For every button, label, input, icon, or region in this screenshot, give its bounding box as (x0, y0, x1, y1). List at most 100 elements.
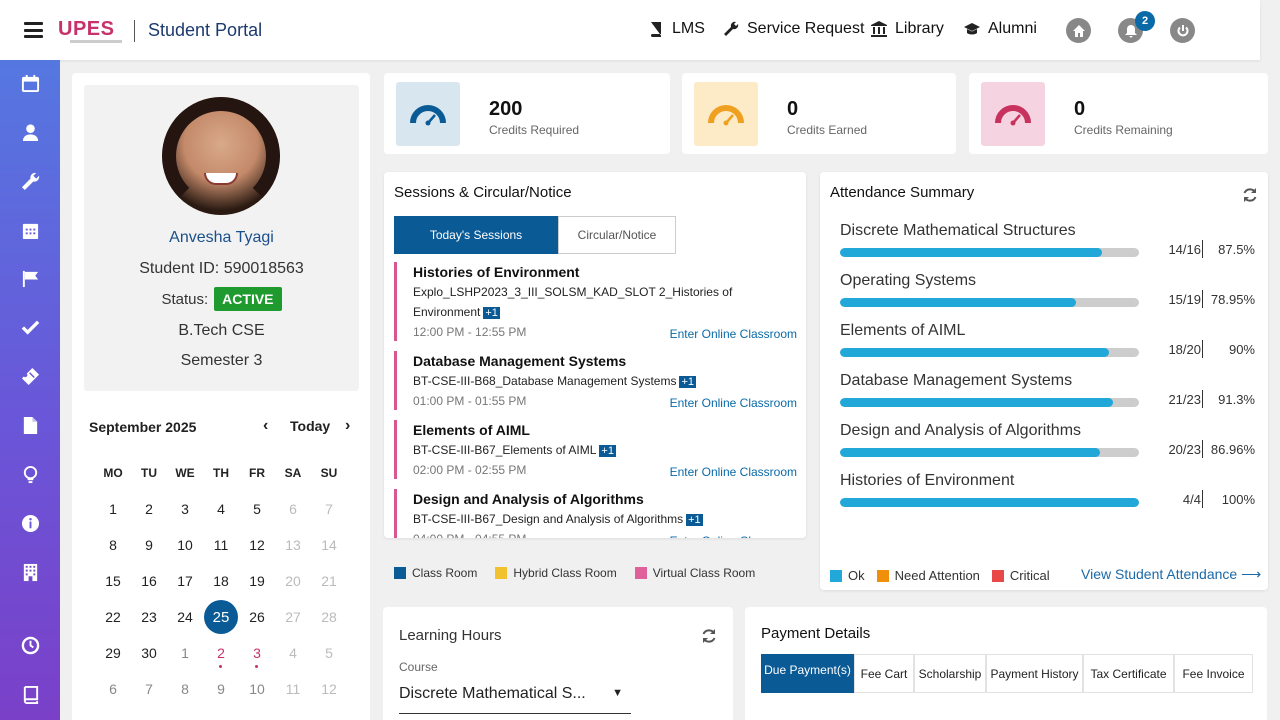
calendar-day[interactable]: 11 (275, 671, 311, 707)
calendar-day[interactable]: 24 (167, 599, 203, 635)
home-button[interactable] (1066, 18, 1091, 43)
calendar-day[interactable]: 7 (131, 671, 167, 707)
view-student-attendance-link[interactable]: View Student Attendance ⟶ (1081, 566, 1261, 583)
tab-fee-cart[interactable]: Fee Cart (854, 654, 914, 693)
calendar-day[interactable]: 22 (95, 599, 131, 635)
book-icon[interactable] (20, 684, 41, 705)
calendar-day[interactable]: 16 (131, 563, 167, 599)
chevron-left-icon[interactable]: ‹ (263, 417, 268, 435)
attendance-row[interactable]: Discrete Mathematical Structures 14/16 87.… (840, 222, 1258, 262)
calendar-day[interactable]: 9 (131, 527, 167, 563)
calendar-day[interactable]: 23 (131, 599, 167, 635)
calendar-day[interactable]: 11 (203, 527, 239, 563)
attendance-row[interactable]: Database Management Systems 21/23 91.3% (840, 372, 1258, 412)
nav-alumni[interactable]: Alumni (964, 20, 1037, 38)
attendance-row[interactable]: Design and Analysis of Algorithms 20/23 86… (840, 422, 1258, 462)
tab-fee-invoice[interactable]: Fee Invoice (1174, 654, 1253, 693)
calendar-day[interactable]: 8 (167, 671, 203, 707)
attendance-row[interactable]: Histories of Environment 4/4 100% (840, 472, 1258, 512)
tab-due-payments[interactable]: Due Payment(s) (761, 654, 854, 693)
tab-todays-sessions[interactable]: Today's Sessions (394, 216, 558, 254)
calendar-day[interactable]: 5 (311, 635, 347, 671)
check-icon[interactable] (20, 317, 41, 338)
calendar-day[interactable]: 12 (239, 527, 275, 563)
calendar-day-label: 8 (181, 681, 189, 697)
chevron-right-icon[interactable]: › (345, 417, 350, 435)
calendar-day[interactable]: 12 (311, 671, 347, 707)
calendar-icon[interactable] (20, 73, 41, 94)
calendar-day[interactable]: 15 (95, 563, 131, 599)
ticket-icon[interactable] (20, 366, 41, 387)
tab-circular-notice[interactable]: Circular/Notice (558, 216, 676, 254)
calendar-day[interactable]: 27 (275, 599, 311, 635)
clock-icon[interactable] (20, 635, 41, 656)
document-icon[interactable] (20, 415, 41, 436)
calendar-day[interactable]: 6 (95, 671, 131, 707)
calendar-month: September 2025 (89, 419, 197, 435)
tab-payment-history[interactable]: Payment History (986, 654, 1083, 693)
calendar-day[interactable]: 19 (239, 563, 275, 599)
info-icon[interactable] (20, 513, 41, 534)
upes-logo[interactable]: UPES (58, 18, 114, 41)
menu-icon[interactable] (24, 22, 43, 38)
calendar-day[interactable]: 1 (95, 491, 131, 527)
student-id: Student ID: 590018563 (139, 260, 304, 277)
calendar-day[interactable]: 21 (311, 563, 347, 599)
calendar-day[interactable]: 28 (311, 599, 347, 635)
calendar-day[interactable]: 13 (275, 527, 311, 563)
enter-online-classroom-link[interactable]: Enter Online Classroom (670, 396, 797, 410)
nav-library[interactable]: Library (871, 20, 944, 38)
calendar-day[interactable]: 2 (131, 491, 167, 527)
calendar-day[interactable]: 17 (167, 563, 203, 599)
calendar-day[interactable]: 4 (275, 635, 311, 671)
building-icon[interactable] (20, 562, 41, 583)
refresh-icon[interactable] (1242, 187, 1258, 203)
calendar-day[interactable]: 14 (311, 527, 347, 563)
user-icon[interactable] (20, 122, 41, 143)
calendar-day[interactable]: 25 (203, 599, 239, 635)
calendar-day[interactable]: 9 (203, 671, 239, 707)
calendar-day[interactable]: 4 (203, 491, 239, 527)
logout-button[interactable] (1170, 18, 1195, 43)
extra-sections-badge[interactable]: +1 (686, 514, 703, 526)
calendar-day[interactable]: 2 (203, 635, 239, 671)
calendar-day-label: 27 (285, 609, 301, 625)
refresh-icon[interactable] (701, 628, 717, 644)
calendar-day[interactable]: 20 (275, 563, 311, 599)
calendar-day[interactable]: 8 (95, 527, 131, 563)
nav-lms[interactable]: LMS (648, 20, 705, 38)
tab-tax-certificate[interactable]: Tax Certificate (1083, 654, 1174, 693)
calendar-day[interactable]: 7 (311, 491, 347, 527)
attendance-row[interactable]: Operating Systems 15/19 78.95% (840, 272, 1258, 312)
calendar-day[interactable]: 29 (95, 635, 131, 671)
calendar-day[interactable]: 6 (275, 491, 311, 527)
extra-sections-badge[interactable]: +1 (483, 307, 500, 319)
calendar-day[interactable]: 1 (167, 635, 203, 671)
wrench-icon[interactable] (20, 171, 41, 192)
calendar-day[interactable]: 30 (131, 635, 167, 671)
payment-title: Payment Details (761, 625, 871, 642)
tab-scholarship[interactable]: Scholarship (914, 654, 986, 693)
attendance-row[interactable]: Elements of AIML 18/20 90% (840, 322, 1258, 362)
lightbulb-icon[interactable] (20, 464, 41, 485)
enter-online-classroom-link[interactable]: Enter Online Classroom (670, 327, 797, 341)
calendar-day[interactable]: 18 (203, 563, 239, 599)
calendar-day[interactable]: 5 (239, 491, 275, 527)
enter-online-classroom-link[interactable]: Enter Online Classroom (670, 534, 797, 538)
extra-sections-badge[interactable]: +1 (679, 376, 696, 388)
calendar-day[interactable]: 26 (239, 599, 275, 635)
enter-online-classroom-link[interactable]: Enter Online Classroom (670, 465, 797, 479)
calendar-day[interactable]: 3 (167, 491, 203, 527)
attendance-count: 21/23 (1168, 392, 1201, 407)
calendar-today-button[interactable]: Today (290, 418, 330, 434)
attendance-bar-fill (840, 398, 1113, 407)
calendar-day-label: 3 (181, 501, 189, 517)
calendar-day[interactable]: 3 (239, 635, 275, 671)
course-select[interactable]: Discrete Mathematical S... ▼ (399, 684, 631, 714)
extra-sections-badge[interactable]: +1 (599, 445, 616, 457)
calendar-day[interactable]: 10 (239, 671, 275, 707)
nav-service-request[interactable]: Service Request (723, 20, 864, 38)
calendar-day[interactable]: 10 (167, 527, 203, 563)
schedule-icon[interactable] (20, 220, 41, 241)
flag-icon[interactable] (20, 268, 41, 289)
